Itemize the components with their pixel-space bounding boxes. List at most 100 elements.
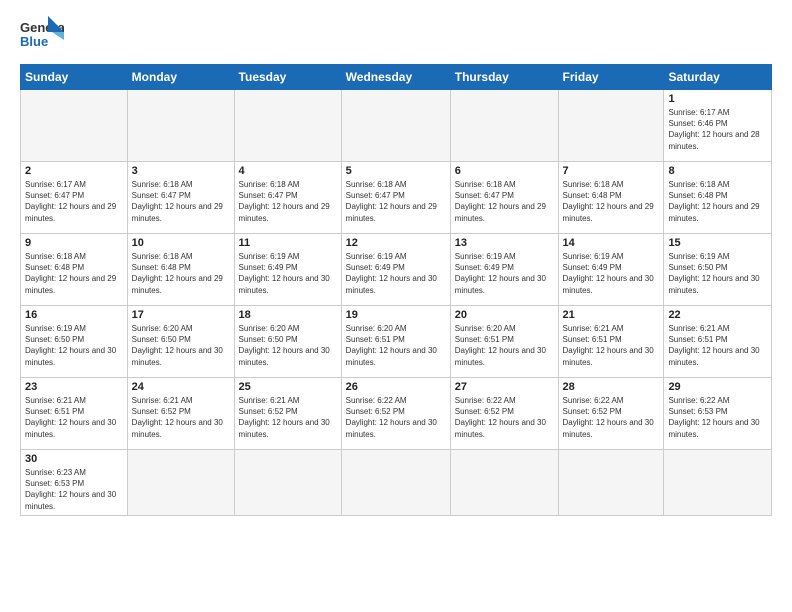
table-row (234, 90, 341, 162)
header-sunday: Sunday (21, 65, 128, 90)
table-row: 9 Sunrise: 6:18 AMSunset: 6:48 PMDaylight… (21, 234, 128, 306)
day-number: 1 (668, 93, 767, 105)
day-number: 22 (668, 309, 767, 321)
calendar-table: SundayMondayTuesdayWednesdayThursdayFrid… (20, 64, 772, 516)
table-row: 24Sunrise: 6:21 AMSunset: 6:52 PMDayligh… (127, 378, 234, 450)
day-info: Sunrise: 6:22 AMSunset: 6:53 PMDaylight:… (668, 395, 767, 440)
day-number: 7 (563, 165, 660, 177)
day-info: Sunrise: 6:19 AMSunset: 6:49 PMDaylight:… (239, 251, 337, 296)
day-number: 20 (455, 309, 554, 321)
day-info: Sunrise: 6:17 AMSunset: 6:47 PMDaylight:… (25, 179, 123, 224)
table-row: 28 Sunrise: 6:22 AMSunset: 6:52 PMDayligh… (558, 378, 664, 450)
table-row (558, 90, 664, 162)
table-row: 23 Sunrise: 6:21 AMSunset: 6:51 PMDayligh… (21, 378, 128, 450)
calendar-header-row: SundayMondayTuesdayWednesdayThursdayFrid… (21, 65, 772, 90)
day-info: Sunrise: 6:19 AMSunset: 6:49 PMDaylight:… (563, 251, 660, 296)
table-row: 30Sunrise: 6:23 AMSunset: 6:53 PMDayligh… (21, 450, 128, 516)
table-row (341, 450, 450, 516)
day-info: Sunrise: 6:18 AMSunset: 6:48 PMDaylight:… (668, 179, 767, 224)
day-number: 9 (25, 237, 123, 249)
table-row: 17Sunrise: 6:20 AMSunset: 6:50 PMDayligh… (127, 306, 234, 378)
day-number: 23 (25, 381, 123, 393)
page: General Blue SundayMondayTuesdayWednesda… (0, 0, 792, 526)
day-info: Sunrise: 6:18 AMSunset: 6:48 PMDaylight:… (132, 251, 230, 296)
day-info: Sunrise: 6:21 AMSunset: 6:52 PMDaylight:… (239, 395, 337, 440)
table-row (127, 90, 234, 162)
day-number: 25 (239, 381, 337, 393)
table-row: 13Sunrise: 6:19 AMSunset: 6:49 PMDayligh… (450, 234, 558, 306)
day-info: Sunrise: 6:23 AMSunset: 6:53 PMDaylight:… (25, 467, 123, 512)
header: General Blue (20, 16, 772, 54)
day-info: Sunrise: 6:19 AMSunset: 6:49 PMDaylight:… (455, 251, 554, 296)
day-info: Sunrise: 6:22 AMSunset: 6:52 PMDaylight:… (455, 395, 554, 440)
table-row: 8Sunrise: 6:18 AMSunset: 6:48 PMDaylight… (664, 162, 772, 234)
table-row: 2 Sunrise: 6:17 AMSunset: 6:47 PMDaylight… (21, 162, 128, 234)
day-number: 16 (25, 309, 123, 321)
day-number: 10 (132, 237, 230, 249)
table-row: 3 Sunrise: 6:18 AMSunset: 6:47 PMDaylight… (127, 162, 234, 234)
table-row (558, 450, 664, 516)
day-number: 2 (25, 165, 123, 177)
day-number: 27 (455, 381, 554, 393)
header-monday: Monday (127, 65, 234, 90)
day-number: 14 (563, 237, 660, 249)
table-row: 25 Sunrise: 6:21 AMSunset: 6:52 PMDayligh… (234, 378, 341, 450)
day-info: Sunrise: 6:21 AMSunset: 6:51 PMDaylight:… (563, 323, 660, 368)
day-number: 6 (455, 165, 554, 177)
day-info: Sunrise: 6:18 AMSunset: 6:48 PMDaylight:… (25, 251, 123, 296)
header-saturday: Saturday (664, 65, 772, 90)
header-tuesday: Tuesday (234, 65, 341, 90)
day-info: Sunrise: 6:22 AMSunset: 6:52 PMDaylight:… (346, 395, 446, 440)
day-info: Sunrise: 6:18 AMSunset: 6:47 PMDaylight:… (455, 179, 554, 224)
day-info: Sunrise: 6:17 AMSunset: 6:46 PMDaylight:… (668, 107, 767, 152)
table-row (450, 450, 558, 516)
logo-svg: General Blue (20, 16, 64, 54)
day-number: 26 (346, 381, 446, 393)
table-row: 6 Sunrise: 6:18 AMSunset: 6:47 PMDaylight… (450, 162, 558, 234)
day-number: 21 (563, 309, 660, 321)
table-row: 20 Sunrise: 6:20 AMSunset: 6:51 PMDayligh… (450, 306, 558, 378)
day-number: 5 (346, 165, 446, 177)
day-info: Sunrise: 6:18 AMSunset: 6:47 PMDaylight:… (132, 179, 230, 224)
day-info: Sunrise: 6:20 AMSunset: 6:50 PMDaylight:… (239, 323, 337, 368)
svg-text:Blue: Blue (20, 34, 48, 49)
table-row: 16Sunrise: 6:19 AMSunset: 6:50 PMDayligh… (21, 306, 128, 378)
table-row: 29Sunrise: 6:22 AMSunset: 6:53 PMDayligh… (664, 378, 772, 450)
day-number: 19 (346, 309, 446, 321)
table-row: 4 Sunrise: 6:18 AMSunset: 6:47 PMDaylight… (234, 162, 341, 234)
table-row (450, 90, 558, 162)
day-info: Sunrise: 6:19 AMSunset: 6:50 PMDaylight:… (668, 251, 767, 296)
table-row (234, 450, 341, 516)
table-row: 11 Sunrise: 6:19 AMSunset: 6:49 PMDayligh… (234, 234, 341, 306)
day-number: 3 (132, 165, 230, 177)
day-number: 17 (132, 309, 230, 321)
table-row: 1 Sunrise: 6:17 AMSunset: 6:46 PMDaylight… (664, 90, 772, 162)
day-info: Sunrise: 6:20 AMSunset: 6:51 PMDaylight:… (455, 323, 554, 368)
day-info: Sunrise: 6:20 AMSunset: 6:51 PMDaylight:… (346, 323, 446, 368)
table-row: 26 Sunrise: 6:22 AMSunset: 6:52 PMDayligh… (341, 378, 450, 450)
table-row: 10 Sunrise: 6:18 AMSunset: 6:48 PMDayligh… (127, 234, 234, 306)
table-row (341, 90, 450, 162)
table-row: 15 Sunrise: 6:19 AMSunset: 6:50 PMDayligh… (664, 234, 772, 306)
day-number: 24 (132, 381, 230, 393)
day-info: Sunrise: 6:22 AMSunset: 6:52 PMDaylight:… (563, 395, 660, 440)
table-row: 27 Sunrise: 6:22 AMSunset: 6:52 PMDayligh… (450, 378, 558, 450)
table-row: 14 Sunrise: 6:19 AMSunset: 6:49 PMDayligh… (558, 234, 664, 306)
day-info: Sunrise: 6:21 AMSunset: 6:51 PMDaylight:… (25, 395, 123, 440)
day-number: 15 (668, 237, 767, 249)
day-info: Sunrise: 6:18 AMSunset: 6:47 PMDaylight:… (346, 179, 446, 224)
day-info: Sunrise: 6:18 AMSunset: 6:48 PMDaylight:… (563, 179, 660, 224)
table-row: 7 Sunrise: 6:18 AMSunset: 6:48 PMDaylight… (558, 162, 664, 234)
table-row (21, 90, 128, 162)
day-number: 28 (563, 381, 660, 393)
table-row: 19 Sunrise: 6:20 AMSunset: 6:51 PMDayligh… (341, 306, 450, 378)
day-info: Sunrise: 6:19 AMSunset: 6:49 PMDaylight:… (346, 251, 446, 296)
header-friday: Friday (558, 65, 664, 90)
logo: General Blue (20, 16, 64, 54)
day-info: Sunrise: 6:21 AMSunset: 6:51 PMDaylight:… (668, 323, 767, 368)
table-row (127, 450, 234, 516)
day-info: Sunrise: 6:18 AMSunset: 6:47 PMDaylight:… (239, 179, 337, 224)
day-number: 12 (346, 237, 446, 249)
day-number: 11 (239, 237, 337, 249)
day-number: 4 (239, 165, 337, 177)
